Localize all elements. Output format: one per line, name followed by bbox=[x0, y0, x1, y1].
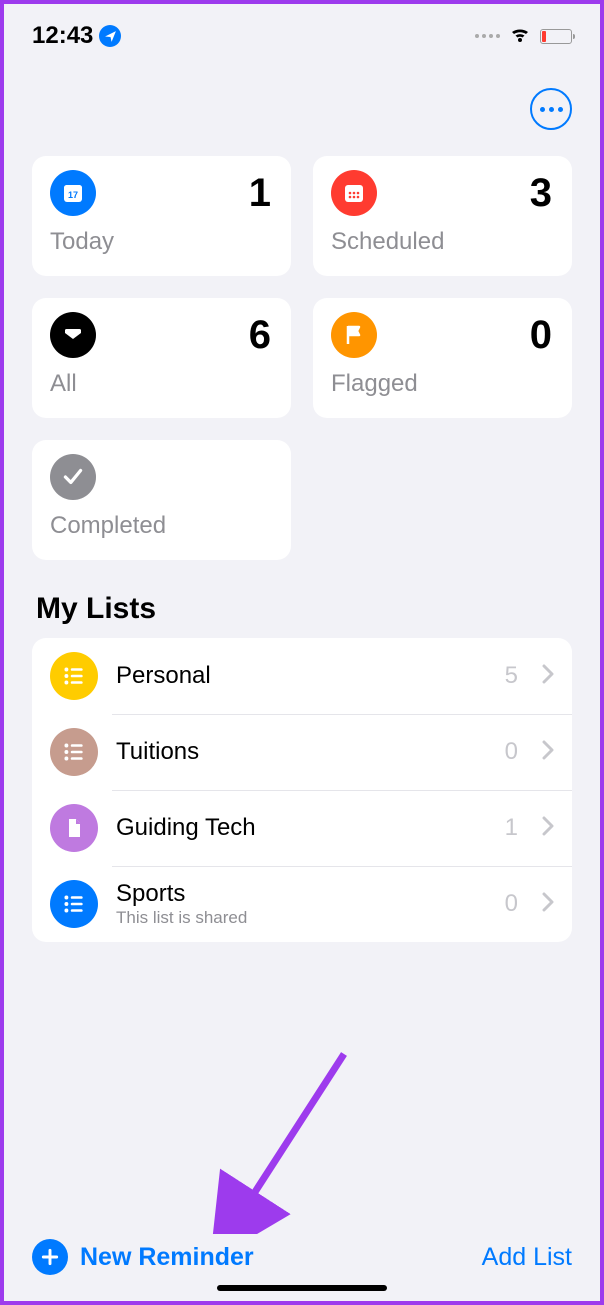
chevron-right-icon bbox=[542, 816, 554, 841]
list-count: 0 bbox=[505, 890, 518, 918]
home-indicator bbox=[217, 1285, 387, 1291]
all-icon bbox=[50, 312, 96, 358]
chevron-right-icon bbox=[542, 664, 554, 689]
list-icon bbox=[50, 728, 98, 776]
summary-card-flagged[interactable]: 0 Flagged bbox=[313, 298, 572, 418]
list-icon bbox=[50, 880, 98, 928]
new-reminder-button[interactable]: New Reminder bbox=[32, 1239, 254, 1275]
summary-card-scheduled[interactable]: 3 Scheduled bbox=[313, 156, 572, 276]
summary-card-completed[interactable]: Completed bbox=[32, 440, 291, 560]
completed-icon bbox=[50, 454, 96, 500]
summary-card-all[interactable]: 6 All bbox=[32, 298, 291, 418]
list-count: 5 bbox=[505, 662, 518, 690]
list-text: Personal bbox=[116, 662, 487, 690]
list-icon bbox=[50, 804, 98, 852]
list-icon bbox=[50, 652, 98, 700]
lists-header: My Lists bbox=[4, 560, 600, 638]
list-text: Tuitions bbox=[116, 738, 487, 766]
more-button[interactable] bbox=[530, 88, 572, 130]
completed-label: Completed bbox=[50, 512, 271, 540]
list-count: 0 bbox=[505, 738, 518, 766]
flagged-count: 0 bbox=[530, 313, 552, 358]
status-bar: 12:43 bbox=[4, 4, 600, 54]
summary-card-today[interactable]: 17 1 Today bbox=[32, 156, 291, 276]
scheduled-label: Scheduled bbox=[331, 228, 552, 256]
today-count: 1 bbox=[249, 171, 271, 216]
list-row[interactable]: Guiding Tech 1 bbox=[32, 790, 572, 866]
list-name: Personal bbox=[116, 662, 487, 690]
status-time-area: 12:43 bbox=[32, 22, 121, 50]
list-text: Guiding Tech bbox=[116, 814, 487, 842]
all-count: 6 bbox=[249, 313, 271, 358]
chevron-right-icon bbox=[542, 740, 554, 765]
lists-container: Personal 5 Tuitions 0 Guiding Tech 1 SportsThi… bbox=[32, 638, 572, 942]
status-icons bbox=[475, 24, 572, 49]
list-row[interactable]: Tuitions 0 bbox=[32, 714, 572, 790]
status-time: 12:43 bbox=[32, 22, 93, 50]
plus-icon bbox=[32, 1239, 68, 1275]
list-text: SportsThis list is shared bbox=[116, 880, 487, 928]
add-list-button[interactable]: Add List bbox=[482, 1243, 572, 1272]
scheduled-count: 3 bbox=[530, 171, 552, 216]
list-row[interactable]: SportsThis list is shared 0 bbox=[32, 866, 572, 942]
list-subtitle: This list is shared bbox=[116, 908, 487, 928]
battery-icon bbox=[540, 29, 572, 44]
chevron-right-icon bbox=[542, 892, 554, 917]
flagged-label: Flagged bbox=[331, 370, 552, 398]
list-row[interactable]: Personal 5 bbox=[32, 638, 572, 714]
svg-text:17: 17 bbox=[68, 190, 78, 200]
annotation-arrow bbox=[204, 1044, 364, 1234]
scheduled-icon bbox=[331, 170, 377, 216]
new-reminder-label: New Reminder bbox=[80, 1243, 254, 1272]
wifi-icon bbox=[508, 24, 532, 49]
cellular-icon bbox=[475, 34, 500, 38]
today-label: Today bbox=[50, 228, 271, 256]
list-name: Sports bbox=[116, 880, 487, 908]
all-label: All bbox=[50, 370, 271, 398]
flag-icon bbox=[331, 312, 377, 358]
location-icon bbox=[99, 25, 121, 47]
list-name: Tuitions bbox=[116, 738, 487, 766]
list-count: 1 bbox=[505, 814, 518, 842]
today-icon: 17 bbox=[50, 170, 96, 216]
list-name: Guiding Tech bbox=[116, 814, 487, 842]
